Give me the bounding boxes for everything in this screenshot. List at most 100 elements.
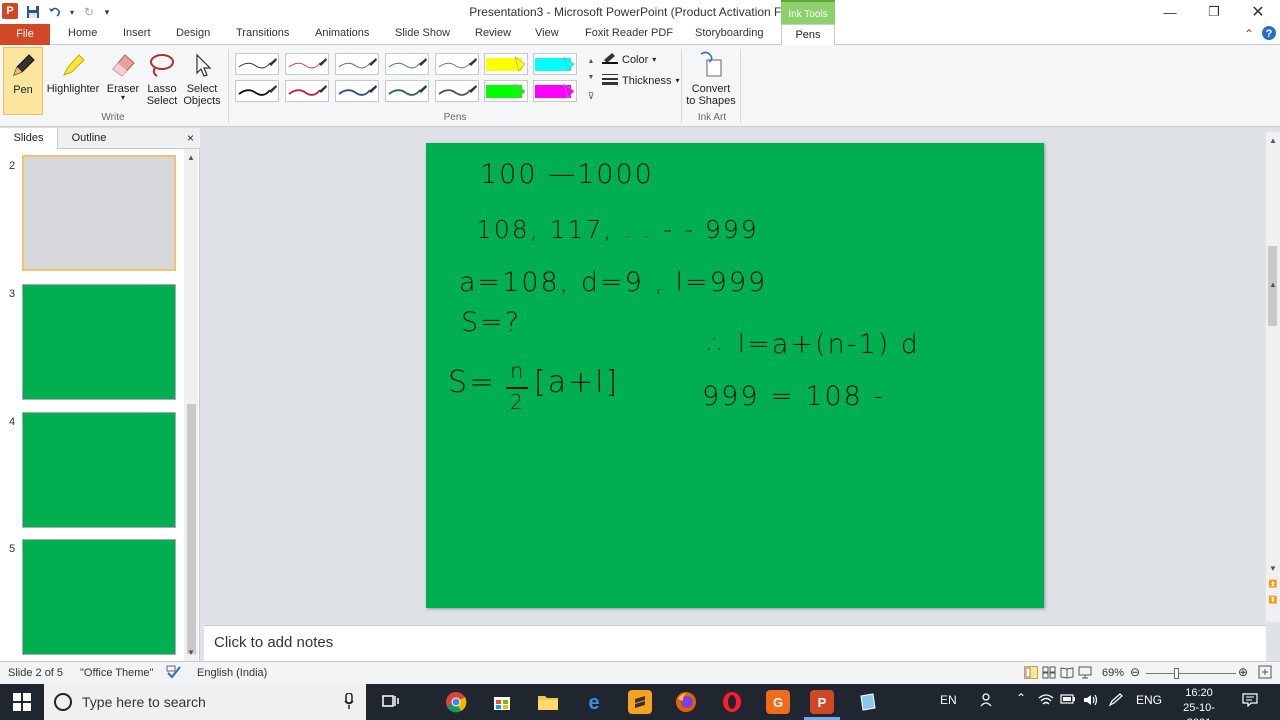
- editor-vertical-scrollbar[interactable]: ▲ ▲ ▼ ⏫ ⏬: [1266, 132, 1280, 622]
- next-slide-icon[interactable]: ⏬: [1266, 594, 1280, 608]
- pen-swatch[interactable]: [335, 53, 379, 75]
- input-language-en[interactable]: EN: [940, 693, 957, 707]
- tab-foxit-reader-pdf[interactable]: Foxit Reader PDF: [585, 27, 673, 39]
- pen-swatch[interactable]: [235, 53, 279, 75]
- input-language-eng[interactable]: ENG: [1136, 693, 1162, 707]
- slide-thumbnail[interactable]: [22, 412, 176, 528]
- zoom-level[interactable]: 69%: [1102, 667, 1124, 679]
- notepad-icon[interactable]: [856, 690, 880, 714]
- pen-button[interactable]: Pen: [3, 47, 43, 115]
- camtasia-icon[interactable]: G: [766, 690, 790, 714]
- network-wifi-icon[interactable]: [1038, 693, 1054, 710]
- highlighter-swatch[interactable]: [484, 80, 528, 102]
- pen-swatch[interactable]: [385, 53, 429, 75]
- pen-swatch[interactable]: [435, 53, 479, 75]
- close-button[interactable]: ✕: [1236, 0, 1280, 24]
- slide-thumbnail[interactable]: [22, 155, 176, 271]
- restore-button[interactable]: ❐: [1192, 0, 1236, 24]
- lasso-select-button[interactable]: Lasso Select: [143, 47, 181, 115]
- slide-thumbnail[interactable]: [22, 539, 176, 655]
- spell-check-icon[interactable]: [166, 665, 182, 682]
- pen-swatch[interactable]: [335, 80, 379, 102]
- theme-status[interactable]: "Office Theme": [80, 667, 153, 679]
- scroll-small-up-icon[interactable]: ▲: [1266, 278, 1280, 292]
- highlighter-button[interactable]: Highlighter: [44, 47, 102, 115]
- windows-start-icon[interactable]: [0, 684, 44, 720]
- scrollbar-thumb[interactable]: [187, 404, 196, 654]
- slides-scrollbar[interactable]: ▲ ▼: [184, 149, 198, 661]
- tab-slide-show[interactable]: Slide Show: [395, 27, 450, 39]
- pens-gallery-more-icon[interactable]: ⊽: [584, 89, 598, 103]
- tab-file[interactable]: File: [0, 24, 50, 45]
- color-dropdown[interactable]: Color ▾: [602, 52, 656, 67]
- reading-view-icon[interactable]: [1060, 666, 1074, 682]
- scroll-up-icon[interactable]: ▲: [1266, 134, 1280, 148]
- tab-outline[interactable]: Outline: [60, 128, 118, 149]
- close-panel-icon[interactable]: ×: [187, 131, 194, 145]
- scroll-down-icon[interactable]: ▼: [1266, 562, 1280, 576]
- scroll-down-icon[interactable]: ▼: [184, 646, 198, 660]
- pen-swatch[interactable]: [385, 80, 429, 102]
- battery-icon[interactable]: [1060, 693, 1076, 708]
- highlighter-swatch[interactable]: [533, 53, 577, 75]
- minimize-ribbon-icon[interactable]: ⌃: [1244, 27, 1254, 41]
- tab-insert[interactable]: Insert: [123, 27, 151, 39]
- slide-canvas[interactable]: 100 —1000 108, 117, . . - - 999 a=108, d…: [426, 143, 1044, 608]
- scroll-up-icon[interactable]: ▲: [184, 151, 198, 165]
- tab-transitions[interactable]: Transitions: [236, 27, 289, 39]
- show-hidden-icons-icon[interactable]: ⌃: [1016, 691, 1026, 705]
- help-icon[interactable]: ?: [1261, 25, 1277, 44]
- zoom-slider-knob[interactable]: [1174, 668, 1179, 679]
- convert-to-shapes-button[interactable]: Convert to Shapes: [686, 47, 736, 115]
- task-view-icon[interactable]: [378, 690, 402, 714]
- highlighter-swatch[interactable]: [533, 80, 577, 102]
- sublime-text-icon[interactable]: [628, 690, 652, 714]
- notification-center-icon[interactable]: [1242, 693, 1258, 710]
- zoom-slider[interactable]: [1146, 673, 1236, 674]
- taskbar-search-box[interactable]: Type here to search: [44, 684, 366, 720]
- slide-thumbnail[interactable]: [22, 284, 176, 400]
- slide-show-view-icon[interactable]: [1078, 666, 1092, 682]
- previous-slide-icon[interactable]: ⏫: [1266, 578, 1280, 592]
- zoom-out-icon[interactable]: ⊖: [1130, 665, 1140, 679]
- opera-icon[interactable]: [720, 690, 744, 714]
- eraser-button[interactable]: Eraser ▾: [104, 47, 142, 115]
- people-icon[interactable]: [980, 693, 996, 710]
- select-objects-button[interactable]: Select Objects: [182, 47, 222, 115]
- tab-home[interactable]: Home: [68, 27, 97, 39]
- volume-icon[interactable]: [1082, 693, 1098, 710]
- microsoft-store-icon[interactable]: [490, 690, 514, 714]
- notes-pane[interactable]: Click to add notes: [204, 625, 1266, 661]
- file-explorer-icon[interactable]: [536, 690, 560, 714]
- pen-swatch[interactable]: [285, 53, 329, 75]
- chrome-icon[interactable]: [444, 690, 468, 714]
- pen-swatch[interactable]: [435, 80, 479, 102]
- minimize-button[interactable]: —: [1148, 0, 1192, 24]
- microphone-icon[interactable]: [344, 692, 354, 712]
- zoom-in-icon[interactable]: ⊕: [1238, 665, 1248, 679]
- svg-text:?: ?: [1266, 28, 1273, 40]
- taskbar-clock[interactable]: 16:20 25-10-2021: [1174, 686, 1224, 720]
- tab-storyboarding[interactable]: Storyboarding: [695, 27, 764, 39]
- pen-workspace-icon[interactable]: [1108, 693, 1124, 710]
- pens-gallery-down-icon[interactable]: ▼: [584, 71, 598, 85]
- pens-gallery-up-icon[interactable]: ▲: [584, 55, 598, 69]
- tab-pens[interactable]: Pens: [781, 24, 835, 46]
- language-status[interactable]: English (India): [197, 667, 267, 679]
- tab-animations[interactable]: Animations: [315, 27, 369, 39]
- powerpoint-taskbar-icon[interactable]: P: [810, 690, 834, 714]
- thickness-dropdown[interactable]: Thickness ▾: [602, 73, 680, 88]
- tab-slides[interactable]: Slides: [0, 128, 58, 149]
- tab-review[interactable]: Review: [475, 27, 511, 39]
- slide-number: 3: [9, 288, 16, 300]
- normal-view-icon[interactable]: [1024, 666, 1038, 682]
- pen-swatch[interactable]: [235, 80, 279, 102]
- slide-sorter-view-icon[interactable]: [1042, 666, 1056, 682]
- tab-design[interactable]: Design: [176, 27, 210, 39]
- tab-view[interactable]: View: [535, 27, 559, 39]
- highlighter-swatch[interactable]: [484, 53, 528, 75]
- firefox-icon[interactable]: [674, 690, 698, 714]
- pen-swatch[interactable]: [285, 80, 329, 102]
- fit-slide-icon[interactable]: [1258, 665, 1272, 682]
- edge-icon[interactable]: e: [582, 690, 606, 714]
